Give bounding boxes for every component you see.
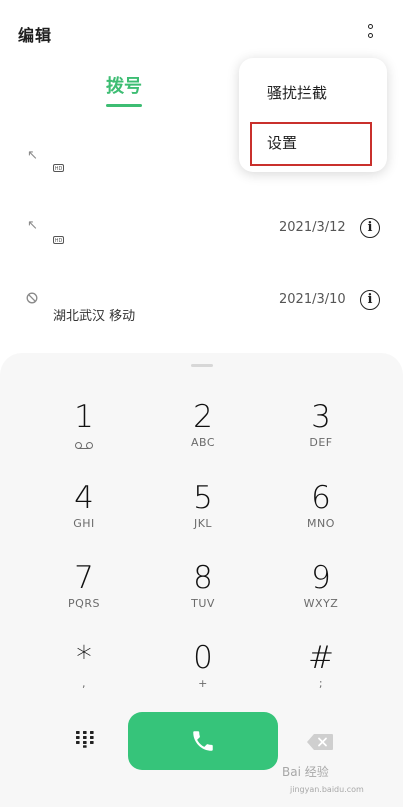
more-vertical-icon xyxy=(367,24,373,29)
key-star[interactable]: * , xyxy=(39,640,129,712)
watermark-logo: Bai 经验 xyxy=(282,765,329,779)
dialpad-icon[interactable] xyxy=(74,730,96,748)
key-letters: ABC xyxy=(190,436,216,449)
tab-dial[interactable]: 拨号 xyxy=(106,72,142,98)
key-digit: 0 xyxy=(193,640,213,676)
key-letters: WXYZ xyxy=(303,597,339,610)
key-8[interactable]: 8 TUV xyxy=(158,560,248,632)
key-5[interactable]: 5 JKL xyxy=(158,480,248,552)
key-digit: 5 xyxy=(193,480,213,516)
key-digit: * xyxy=(76,640,92,676)
key-digit: # xyxy=(308,640,334,676)
blocked-call-icon xyxy=(26,292,38,304)
key-7[interactable]: 7 PQRS xyxy=(39,560,129,632)
more-options-button[interactable] xyxy=(360,18,380,44)
outgoing-call-icon: ↖ xyxy=(27,148,38,163)
key-hash[interactable]: # ; xyxy=(276,640,366,712)
hd-badge-icon: HD xyxy=(53,236,64,244)
tab-active-indicator xyxy=(106,104,142,107)
voicemail-icon xyxy=(75,442,93,450)
highlight-box xyxy=(250,122,372,166)
key-1[interactable]: 1 xyxy=(39,399,129,471)
key-letters: MNO xyxy=(307,517,335,530)
call-location: 湖北武汉 移动 xyxy=(53,309,136,324)
watermark-url: jingyan.baidu.com xyxy=(290,785,364,794)
key-letters: + xyxy=(198,677,208,690)
key-digit: 8 xyxy=(193,560,213,596)
key-digit: 1 xyxy=(74,399,94,435)
edit-button[interactable]: 编辑 xyxy=(18,22,52,46)
call-date: 2021/3/10 xyxy=(279,292,346,307)
key-4[interactable]: 4 GHI xyxy=(39,480,129,552)
key-digit: 7 xyxy=(74,560,94,596)
phone-icon xyxy=(193,731,213,751)
call-log-row[interactable]: 湖北武汉 移动 2021/3/10 i xyxy=(0,284,403,334)
key-2[interactable]: 2 ABC xyxy=(158,399,248,471)
key-0[interactable]: 0 + xyxy=(158,640,248,712)
dialpad-drag-handle[interactable] xyxy=(191,364,213,367)
overflow-menu: 骚扰拦截 设置 xyxy=(239,58,387,172)
key-letters: , xyxy=(82,677,86,690)
key-6[interactable]: 6 MNO xyxy=(276,480,366,552)
key-letters: JKL xyxy=(193,517,213,530)
info-icon[interactable]: i xyxy=(360,218,380,238)
call-button[interactable] xyxy=(128,712,278,770)
key-digit: 2 xyxy=(193,399,213,435)
outgoing-call-icon: ↖ xyxy=(27,218,38,233)
key-9[interactable]: 9 WXYZ xyxy=(276,560,366,632)
backspace-icon[interactable] xyxy=(306,733,334,751)
key-letters: ; xyxy=(318,677,324,690)
key-letters: GHI xyxy=(73,517,95,530)
key-letters: TUV xyxy=(191,597,215,610)
menu-item-harassment-block[interactable]: 骚扰拦截 xyxy=(267,82,327,103)
key-3[interactable]: 3 DEF xyxy=(276,399,366,471)
key-letters: PQRS xyxy=(68,597,100,610)
call-date: 2021/3/12 xyxy=(279,220,346,235)
key-digit: 3 xyxy=(311,399,331,435)
call-log-row[interactable]: ↖ HD 2021/3/12 i xyxy=(0,212,403,262)
key-digit: 4 xyxy=(74,480,94,516)
key-digit: 9 xyxy=(311,560,331,596)
hd-badge-icon: HD xyxy=(53,164,64,172)
key-digit: 6 xyxy=(311,480,331,516)
key-letters: DEF xyxy=(309,436,333,449)
info-icon[interactable]: i xyxy=(360,290,380,310)
